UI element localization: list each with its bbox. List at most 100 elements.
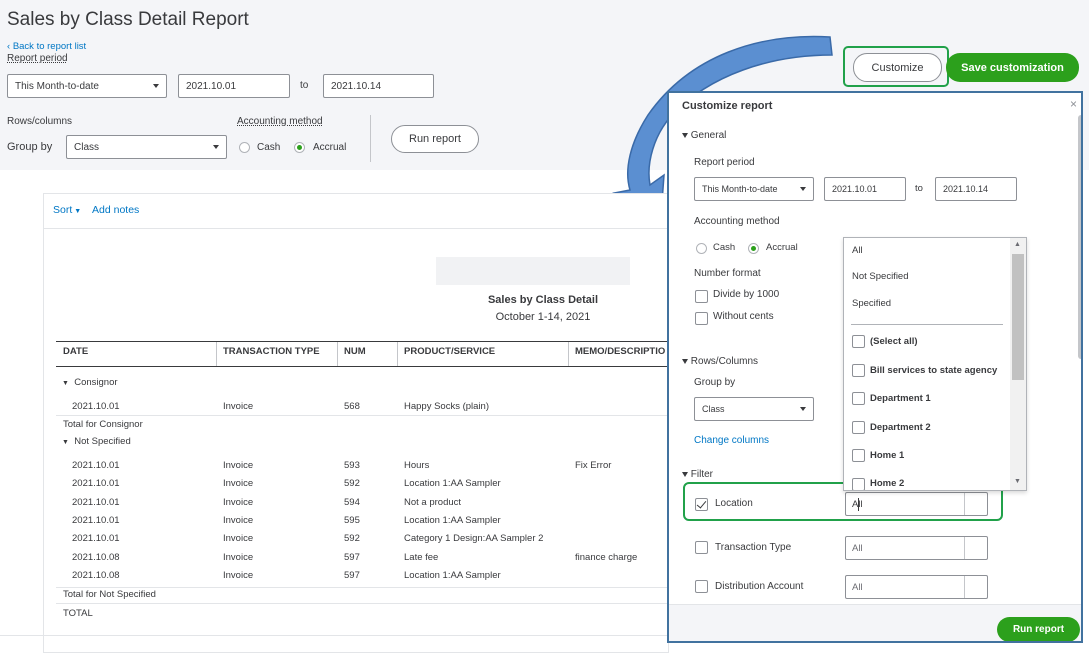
checkbox[interactable] xyxy=(852,449,865,462)
table-top-rule xyxy=(56,341,669,342)
report-period-value: This Month-to-date xyxy=(15,80,99,92)
cell-date: 2021.10.01 xyxy=(72,401,120,412)
item-label: Bill services to state agency xyxy=(870,365,998,376)
dropdown-checkbox-item[interactable]: Home 1 xyxy=(852,449,904,462)
dropdown-checkbox-item[interactable]: (Select all) xyxy=(852,335,918,348)
section-rows-columns[interactable]: Rows/Columns xyxy=(682,356,758,367)
cash-label: Cash xyxy=(257,142,281,153)
group-by-label: Group by xyxy=(7,141,53,153)
panel-accrual-label: Accrual xyxy=(766,242,798,253)
report-period-select[interactable]: This Month-to-date xyxy=(7,74,167,98)
change-columns-link[interactable]: Change columns xyxy=(694,435,769,446)
col-divider xyxy=(337,342,338,366)
checkbox[interactable] xyxy=(852,335,865,348)
cell-type[interactable]: Invoice xyxy=(223,478,253,489)
cash-radio[interactable] xyxy=(239,142,250,156)
location-checkbox[interactable] xyxy=(695,498,708,514)
cell-type[interactable]: Invoice xyxy=(223,552,253,563)
date-from-input[interactable]: 2021.10.01 xyxy=(178,74,290,98)
cell-num: 597 xyxy=(344,551,360,563)
save-customization-button[interactable]: Save customization xyxy=(946,53,1079,82)
accounting-method-label: Accounting method xyxy=(237,116,323,127)
cell-memo: Fix Error xyxy=(575,460,612,471)
date-to-input[interactable]: 2021.10.14 xyxy=(323,74,434,98)
dropdown-checkbox-item[interactable]: Department 1 xyxy=(852,392,931,405)
scrollbar[interactable] xyxy=(1078,115,1081,359)
checkbox[interactable] xyxy=(852,364,865,377)
report-subtitle: October 1-14, 2021 xyxy=(495,311,591,323)
caret-down-icon xyxy=(682,472,688,477)
panel-run-report-button[interactable]: Run report xyxy=(997,617,1080,641)
cell-num: 592 xyxy=(344,533,360,545)
number-format-label: Number format xyxy=(694,268,761,279)
dropdown-checkbox-item[interactable]: Bill services to state agency xyxy=(852,364,997,377)
without-cents-checkbox[interactable] xyxy=(695,312,708,328)
divide-by-1000-checkbox[interactable] xyxy=(695,290,708,306)
group-by-select[interactable]: Class xyxy=(66,135,227,159)
report-title: Sales by Class Detail xyxy=(487,294,599,306)
panel-group-by-select[interactable]: Class xyxy=(694,397,814,421)
group-row-consignor[interactable]: ▼ Consignor xyxy=(62,377,118,388)
chevron-down-icon xyxy=(800,187,806,191)
transaction-type-select[interactable]: All xyxy=(845,536,988,560)
dropdown-scrollbar[interactable]: ▲ ▼ xyxy=(1010,238,1026,490)
cell-date: 2021.10.01 xyxy=(72,514,120,526)
panel-cash-radio[interactable] xyxy=(696,243,707,257)
cell-type[interactable]: Invoice xyxy=(223,533,253,544)
col-header-memo[interactable]: MEMO/DESCRIPTIO xyxy=(575,346,665,357)
panel-date-to[interactable]: 2021.10.14 xyxy=(935,177,1017,201)
col-divider xyxy=(397,342,398,366)
col-header-transaction-type[interactable]: TRANSACTION TYPE xyxy=(223,346,320,357)
panel-accrual-radio[interactable] xyxy=(748,243,759,257)
cell-date: 2021.10.08 xyxy=(72,569,120,581)
cell-date: 2021.10.01 xyxy=(72,460,120,471)
divider xyxy=(851,324,1003,325)
transaction-type-checkbox[interactable] xyxy=(695,541,708,557)
dropdown-option-not-specified[interactable]: Not Specified xyxy=(852,271,909,282)
checkbox[interactable] xyxy=(852,392,865,405)
distribution-account-checkbox[interactable] xyxy=(695,580,708,596)
panel-report-period-select[interactable]: This Month-to-date xyxy=(694,177,814,201)
dropdown-option-all[interactable]: All xyxy=(852,245,863,256)
location-filter-input[interactable]: All xyxy=(845,492,988,516)
group-label: Not Specified xyxy=(74,436,131,447)
close-icon[interactable]: × xyxy=(1070,97,1077,111)
row-divider xyxy=(56,603,669,604)
select-divider xyxy=(964,576,965,598)
scroll-down-icon[interactable]: ▼ xyxy=(1014,478,1021,485)
scroll-up-icon[interactable]: ▲ xyxy=(1014,241,1021,248)
dropdown-option-specified[interactable]: Specified xyxy=(852,298,891,309)
group-row-not-specified[interactable]: ▼ Not Specified xyxy=(62,436,131,447)
col-header-date[interactable]: DATE xyxy=(63,346,88,357)
checkbox[interactable] xyxy=(852,478,865,490)
col-header-product-service[interactable]: PRODUCT/SERVICE xyxy=(404,346,495,357)
cell-num: 593 xyxy=(344,460,360,471)
checkbox[interactable] xyxy=(852,421,865,434)
group-total-not-specified: Total for Not Specified xyxy=(63,589,156,600)
cell-type[interactable]: Invoice xyxy=(223,401,253,412)
add-notes-link[interactable]: Add notes xyxy=(92,204,139,216)
customize-button[interactable]: Customize xyxy=(853,53,942,82)
back-to-report-list-link[interactable]: ‹ Back to report list xyxy=(7,41,86,52)
dropdown-checkbox-item[interactable]: Home 2 xyxy=(852,478,904,490)
panel-date-from[interactable]: 2021.10.01 xyxy=(824,177,906,201)
cell-type[interactable]: Invoice xyxy=(223,460,253,471)
rows-columns-label: Rows/columns xyxy=(7,116,73,127)
cell-type[interactable]: Invoice xyxy=(223,497,253,508)
dropdown-checkbox-item[interactable]: Department 2 xyxy=(852,421,931,434)
run-report-button[interactable]: Run report xyxy=(391,125,479,153)
accrual-radio[interactable] xyxy=(294,142,305,156)
cell-date: 2021.10.08 xyxy=(72,551,120,563)
col-header-num[interactable]: NUM xyxy=(344,346,366,357)
panel-to-label: to xyxy=(915,183,923,194)
sort-dropdown[interactable]: Sort ▼ xyxy=(53,204,81,216)
scrollbar-thumb[interactable] xyxy=(1012,254,1024,380)
chevron-down-icon xyxy=(153,84,159,88)
cell-type[interactable]: Invoice xyxy=(223,570,253,581)
distribution-account-select[interactable]: All xyxy=(845,575,988,599)
cell-type[interactable]: Invoice xyxy=(223,515,253,526)
section-filter[interactable]: Filter xyxy=(682,469,713,480)
section-general[interactable]: General xyxy=(682,130,726,141)
section-label: General xyxy=(690,130,727,141)
transaction-type-value: All xyxy=(852,543,863,554)
